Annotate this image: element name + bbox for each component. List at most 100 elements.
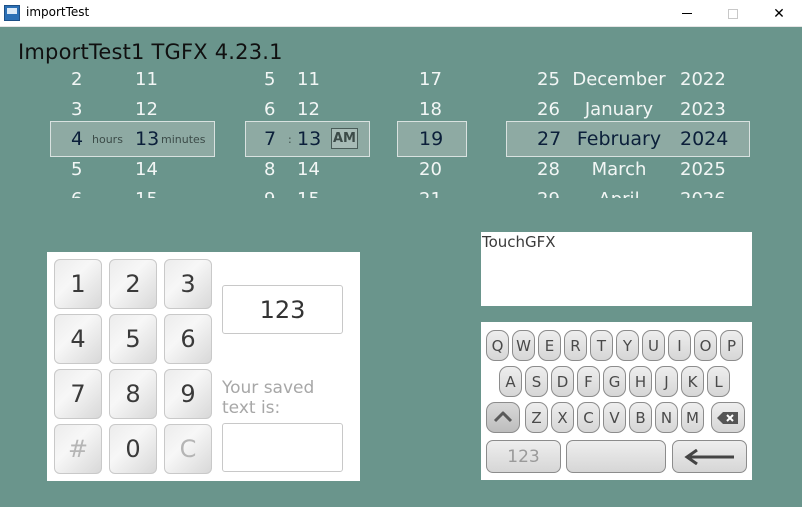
enter-key[interactable] xyxy=(672,440,747,473)
key-a[interactable]: A xyxy=(499,366,522,397)
key-b[interactable]: B xyxy=(629,402,652,433)
minutes-item[interactable]: 11 xyxy=(135,70,158,94)
day-item[interactable]: 29 xyxy=(537,184,560,199)
key-c[interactable]: C xyxy=(577,402,600,433)
number-selected[interactable]: 19 xyxy=(419,124,443,154)
time12-picker[interactable]: 5 6 7 8 9 : 11 12 13 14 15 AM xyxy=(245,70,370,198)
key-x[interactable]: X xyxy=(551,402,574,433)
space-key[interactable] xyxy=(566,440,666,473)
keypad-key-5[interactable]: 5 xyxy=(109,314,157,364)
key-v[interactable]: V xyxy=(603,402,626,433)
number-item[interactable]: 18 xyxy=(419,94,442,124)
key-u[interactable]: U xyxy=(642,330,665,361)
hours-item[interactable]: 6 xyxy=(71,184,82,199)
key-k[interactable]: K xyxy=(681,366,704,397)
year-item[interactable]: 2022 xyxy=(680,70,726,94)
key-f[interactable]: F xyxy=(577,366,600,397)
keypad-key-clear[interactable]: C xyxy=(164,424,212,474)
minute12-selected[interactable]: 13 xyxy=(297,124,321,154)
minute12-item[interactable]: 15 xyxy=(297,184,320,199)
close-button[interactable]: ✕ xyxy=(756,0,802,27)
ampm-toggle[interactable]: AM xyxy=(331,128,358,149)
year-item[interactable]: 2026 xyxy=(680,184,726,199)
enter-icon xyxy=(683,448,734,465)
keypad-key-8[interactable]: 8 xyxy=(109,369,157,419)
shift-key[interactable] xyxy=(486,402,520,433)
minutes-item[interactable]: 12 xyxy=(135,94,158,124)
minutes-item[interactable]: 15 xyxy=(135,184,158,199)
hours-item[interactable]: 5 xyxy=(71,154,82,184)
minimize-icon xyxy=(682,13,692,14)
number-item[interactable]: 20 xyxy=(419,154,442,184)
time24-picker[interactable]: 2 3 4 5 6 hours 11 12 13 14 15 minutes xyxy=(50,70,215,198)
text-area[interactable]: TouchGFX xyxy=(481,232,752,306)
keypad-key-6[interactable]: 6 xyxy=(164,314,212,364)
hours-selected[interactable]: 4 xyxy=(71,124,83,154)
minutes-selected[interactable]: 13 xyxy=(135,124,159,154)
key-l[interactable]: L xyxy=(707,366,730,397)
year-item[interactable]: 2025 xyxy=(680,154,726,184)
saved-text-field[interactable] xyxy=(222,423,343,472)
key-j[interactable]: J xyxy=(655,366,678,397)
key-d[interactable]: D xyxy=(551,366,574,397)
hours-item[interactable]: 2 xyxy=(71,70,82,94)
key-r[interactable]: R xyxy=(564,330,587,361)
hours-item[interactable]: 3 xyxy=(71,94,82,124)
mode-123-key[interactable]: 123 xyxy=(486,440,561,473)
key-q[interactable]: Q xyxy=(486,330,509,361)
key-n[interactable]: N xyxy=(655,402,678,433)
key-e[interactable]: E xyxy=(538,330,561,361)
year-item[interactable]: 2023 xyxy=(680,94,726,124)
month-item[interactable]: January xyxy=(571,94,667,124)
key-m[interactable]: M xyxy=(681,402,704,433)
minute12-item[interactable]: 14 xyxy=(297,154,320,184)
minimize-button[interactable] xyxy=(664,0,710,27)
key-y[interactable]: Y xyxy=(616,330,639,361)
key-z[interactable]: Z xyxy=(525,402,548,433)
shift-icon xyxy=(493,411,513,422)
key-i[interactable]: I xyxy=(668,330,691,361)
date-picker[interactable]: 25 26 27 28 29 December January February… xyxy=(506,70,750,198)
key-s[interactable]: S xyxy=(525,366,548,397)
key-g[interactable]: G xyxy=(603,366,626,397)
title-bar: importTest ✕ xyxy=(0,0,802,27)
saved-text-label: Your saved text is: xyxy=(222,378,315,418)
key-w[interactable]: W xyxy=(512,330,535,361)
maximize-button[interactable] xyxy=(710,0,756,27)
hour12-item[interactable]: 5 xyxy=(264,70,275,94)
hour12-item[interactable]: 9 xyxy=(264,184,275,199)
number-picker[interactable]: 17 18 19 20 21 xyxy=(397,70,467,198)
keypad-key-hash[interactable]: # xyxy=(54,424,102,474)
month-item[interactable]: April xyxy=(571,184,667,199)
key-p[interactable]: P xyxy=(720,330,743,361)
day-item[interactable]: 28 xyxy=(537,154,560,184)
backspace-key[interactable] xyxy=(711,402,745,433)
keypad-key-3[interactable]: 3 xyxy=(164,259,212,309)
keypad-key-4[interactable]: 4 xyxy=(54,314,102,364)
day-item[interactable]: 25 xyxy=(537,70,560,94)
minutes-item[interactable]: 14 xyxy=(135,154,158,184)
minute12-item[interactable]: 11 xyxy=(297,70,320,94)
keypad-display[interactable]: 123 xyxy=(222,285,343,334)
day-selected[interactable]: 27 xyxy=(537,124,561,154)
number-item[interactable]: 17 xyxy=(419,70,442,94)
month-item[interactable]: December xyxy=(571,70,667,94)
year-selected[interactable]: 2024 xyxy=(680,124,728,154)
key-h[interactable]: H xyxy=(629,366,652,397)
keypad-key-2[interactable]: 2 xyxy=(109,259,157,309)
month-selected[interactable]: February xyxy=(571,124,667,154)
month-item[interactable]: March xyxy=(571,154,667,184)
keypad-key-0[interactable]: 0 xyxy=(109,424,157,474)
hour12-selected[interactable]: 7 xyxy=(264,124,276,154)
key-o[interactable]: O xyxy=(694,330,717,361)
maximize-icon xyxy=(728,8,738,19)
keypad-key-1[interactable]: 1 xyxy=(54,259,102,309)
keypad-key-9[interactable]: 9 xyxy=(164,369,212,419)
hour12-item[interactable]: 6 xyxy=(264,94,275,124)
minute12-item[interactable]: 12 xyxy=(297,94,320,124)
key-t[interactable]: T xyxy=(590,330,613,361)
number-item[interactable]: 21 xyxy=(419,184,442,199)
keypad-key-7[interactable]: 7 xyxy=(54,369,102,419)
hour12-item[interactable]: 8 xyxy=(264,154,275,184)
day-item[interactable]: 26 xyxy=(537,94,560,124)
